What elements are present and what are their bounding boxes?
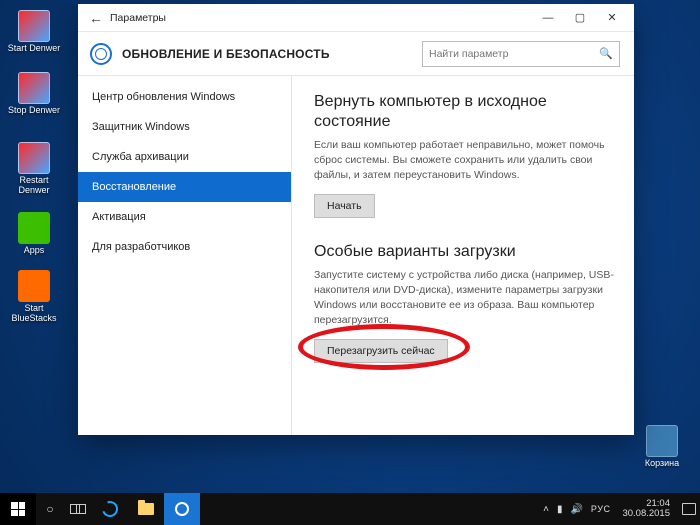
volume-icon[interactable]: 🔊 [570,504,582,515]
clock-date: 30.08.2015 [622,509,670,519]
sidebar-item-windows-update[interactable]: Центр обновления Windows [78,82,291,112]
taskbar-search-button[interactable]: ○ [36,493,64,525]
section-title: ОБНОВЛЕНИЕ И БЕЗОПАСНОСТЬ [122,47,422,61]
app-icon [18,270,50,302]
app-icon [18,10,50,42]
icon-label: Apps [6,246,62,256]
reset-start-button[interactable]: Начать [314,194,375,218]
icon-label: Start BlueStacks [6,304,62,324]
close-button[interactable]: ✕ [596,6,628,30]
app-icon [18,142,50,174]
icon-label: Корзина [634,459,690,469]
maximize-button[interactable]: ▢ [564,6,596,30]
desktop-icon-bluestacks[interactable]: Start BlueStacks [6,270,62,324]
gear-icon [175,502,189,516]
desktop-icon-stop-denwer[interactable]: Stop Denwer [6,72,62,116]
window-controls: — ▢ ✕ [532,6,628,30]
gear-icon [90,43,112,65]
taskbar-clock[interactable]: 21:04 30.08.2015 [618,499,674,520]
search-icon: ○ [46,502,53,516]
reset-heading: Вернуть компьютер в исходное состояние [314,92,614,132]
taskbar-system-tray: ˄ ▮ 🔊 РУС 21:04 30.08.2015 [543,493,700,525]
desktop-icon-restart-denwer[interactable]: Restart Denwer [6,142,62,196]
show-hidden-icons[interactable]: ˄ [543,504,549,515]
taskbar-app-file-explorer[interactable] [128,493,164,525]
minimize-button[interactable]: — [532,6,564,30]
network-icon[interactable]: ▮ [557,504,563,515]
desktop-icon-recycle-bin[interactable]: Корзина [634,425,690,469]
app-icon [18,212,50,244]
taskbar: ○ ˄ ▮ 🔊 РУС 21:04 30.08.2015 [0,493,700,525]
search-icon: 🔍 [599,47,613,60]
search-box[interactable]: 🔍 [422,41,620,67]
action-center-icon[interactable] [682,503,696,515]
taskbar-left: ○ [0,493,200,525]
edge-icon [99,498,120,519]
desktop: Start Denwer Stop Denwer Restart Denwer … [0,0,700,525]
back-button[interactable]: ← [86,8,106,28]
header-row: ОБНОВЛЕНИЕ И БЕЗОПАСНОСТЬ 🔍 [78,32,634,76]
sidebar-item-activation[interactable]: Активация [78,202,291,232]
desktop-icon-apps[interactable]: Apps [6,212,62,256]
settings-body: Центр обновления Windows Защитник Window… [78,76,634,435]
reset-description: Если ваш компьютер работает неправильно,… [314,138,614,184]
recycle-bin-icon [646,425,678,457]
search-input[interactable] [429,48,599,60]
sidebar-item-recovery[interactable]: Восстановление [78,172,291,202]
windows-logo-icon [11,502,25,516]
icon-label: Restart Denwer [6,176,62,196]
window-title: Параметры [110,12,532,24]
task-view-icon [70,504,86,514]
icon-label: Start Denwer [6,44,62,54]
settings-window: ← Параметры — ▢ ✕ ОБНОВЛЕНИЕ И БЕЗОПАСНО… [78,4,634,435]
advanced-startup-heading: Особые варианты загрузки [314,242,614,262]
input-language[interactable]: РУС [591,504,611,514]
taskbar-app-settings[interactable] [164,493,200,525]
taskbar-app-edge[interactable] [92,493,128,525]
content-pane: Вернуть компьютер в исходное состояние Е… [292,76,634,435]
folder-icon [138,503,154,515]
sidebar-item-windows-defender[interactable]: Защитник Windows [78,112,291,142]
titlebar: ← Параметры — ▢ ✕ [78,4,634,32]
desktop-icon-start-denwer[interactable]: Start Denwer [6,10,62,54]
advanced-startup-description: Запустите систему с устройства либо диск… [314,268,614,329]
restart-now-button[interactable]: Перезагрузить сейчас [314,339,448,363]
sidebar: Центр обновления Windows Защитник Window… [78,76,292,435]
start-button[interactable] [0,493,36,525]
sidebar-item-for-developers[interactable]: Для разработчиков [78,232,291,262]
app-icon [18,72,50,104]
sidebar-item-backup[interactable]: Служба архивации [78,142,291,172]
icon-label: Stop Denwer [6,106,62,116]
task-view-button[interactable] [64,493,92,525]
